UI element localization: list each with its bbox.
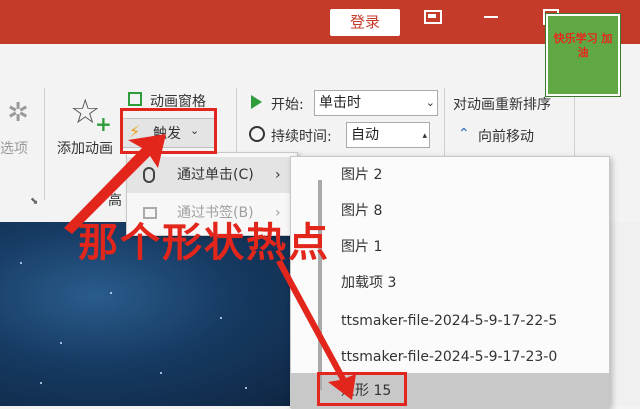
channel-logo: 快乐学习 加油: [546, 14, 620, 96]
annotation-arrows: [64, 134, 356, 400]
logo-text: 快乐学习 加油: [553, 32, 613, 59]
annotation-caption: 那个形状热点: [78, 220, 330, 266]
arrow-to-shape: [276, 260, 356, 400]
